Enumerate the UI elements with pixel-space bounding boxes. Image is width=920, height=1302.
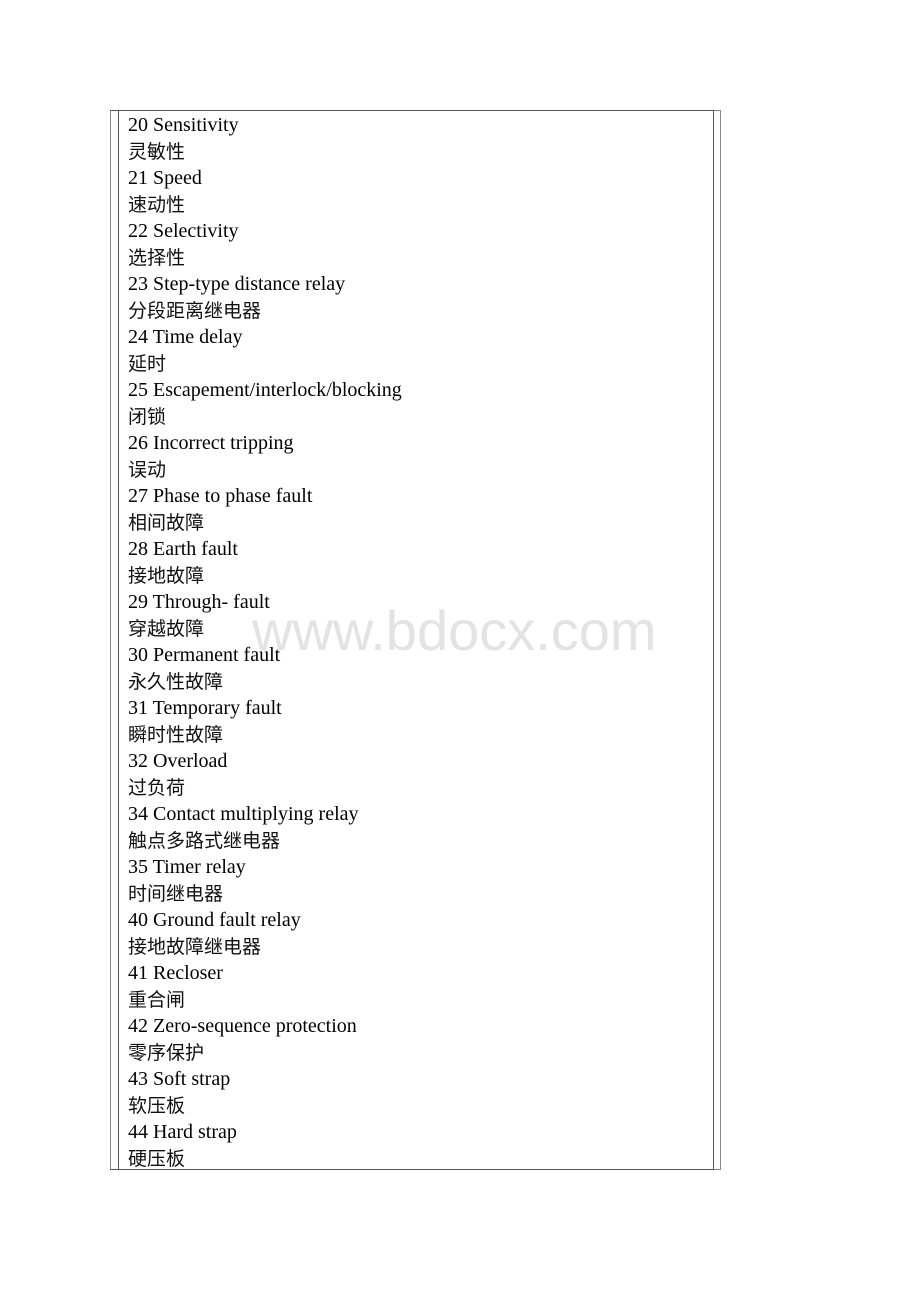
term-english: 23 Step-type distance relay: [128, 273, 346, 295]
term-english: 27 Phase to phase fault: [128, 485, 313, 507]
term-chinese: 延时: [128, 352, 167, 375]
term-chinese: 接地故障继电器: [128, 935, 262, 958]
term-english: 42 Zero-sequence protection: [128, 1015, 357, 1037]
term-chinese: 选择性: [128, 246, 186, 269]
term-chinese: 灵敏性: [128, 140, 186, 163]
term-english: 25 Escapement/interlock/blocking: [128, 379, 402, 401]
table-cell-right-border: [713, 110, 714, 1170]
term-english: 31 Temporary fault: [128, 697, 282, 719]
term-chinese: 误动: [128, 458, 167, 481]
term-english: 32 Overload: [128, 750, 228, 772]
term-english: 30 Permanent fault: [128, 644, 281, 666]
term-english: 22 Selectivity: [128, 220, 239, 242]
term-english: 28 Earth fault: [128, 538, 238, 560]
table-cell-left-border: [118, 110, 119, 1170]
term-english: 26 Incorrect tripping: [128, 432, 294, 454]
term-chinese: 触点多路式继电器: [128, 829, 281, 852]
term-english: 40 Ground fault relay: [128, 909, 301, 931]
term-english: 43 Soft strap: [128, 1068, 231, 1090]
document-page: www.bdocx.com 20 Sensitivity 灵敏性 21 Speed 速…: [0, 0, 920, 1302]
term-chinese: 软压板: [128, 1094, 186, 1117]
term-chinese: 零序保护: [128, 1041, 205, 1064]
glossary-list: 20 Sensitivity 灵敏性 21 Speed 速动性 22 Selectivi…: [128, 112, 708, 1172]
term-english: 44 Hard strap: [128, 1121, 237, 1143]
term-chinese: 闭锁: [128, 405, 167, 428]
term-chinese: 穿越故障: [128, 617, 205, 640]
term-english: 24 Time delay: [128, 326, 243, 348]
term-chinese: 分段距离继电器: [128, 299, 262, 322]
term-chinese: 时间继电器: [128, 882, 224, 905]
term-chinese: 相间故障: [128, 511, 205, 534]
term-chinese: 永久性故障: [128, 670, 224, 693]
term-english: 35 Timer relay: [128, 856, 246, 878]
term-english: 34 Contact multiplying relay: [128, 803, 359, 825]
term-english: 29 Through- fault: [128, 591, 270, 613]
term-chinese: 硬压板: [128, 1147, 186, 1170]
term-chinese: 速动性: [128, 193, 186, 216]
table-cell-top-border: [110, 110, 713, 111]
term-chinese: 接地故障: [128, 564, 205, 587]
term-english: 20 Sensitivity: [128, 114, 239, 136]
term-english: 21 Speed: [128, 167, 202, 189]
term-chinese: 瞬时性故障: [128, 723, 224, 746]
term-chinese: 重合闸: [128, 988, 186, 1011]
term-chinese: 过负荷: [128, 776, 186, 799]
term-english: 41 Recloser: [128, 962, 223, 984]
